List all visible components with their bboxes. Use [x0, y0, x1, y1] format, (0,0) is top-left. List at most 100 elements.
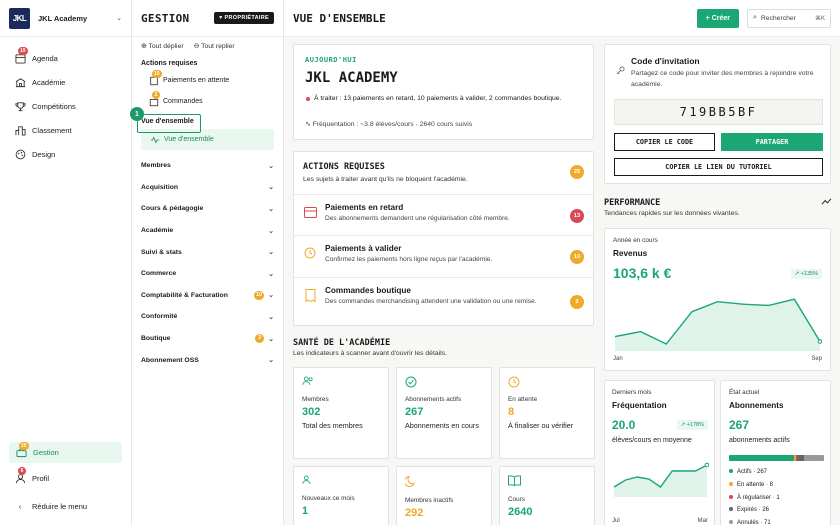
legend-item: Actifs · 267	[729, 466, 780, 479]
group-2[interactable]: Cours & pédagogie ⌄	[132, 198, 283, 220]
revenue-eyebrow: Année en cours	[613, 237, 658, 244]
nav-label: Réduire le menu	[32, 501, 88, 511]
group-8[interactable]: Boutique 2 ⌄	[132, 328, 283, 350]
x-tick-end: Sep	[811, 356, 822, 362]
group-label: Acquisition	[141, 183, 179, 191]
nav-item-profil[interactable]: 6 Profil	[0, 466, 131, 490]
stat-label: Cours	[508, 496, 526, 503]
collapse-all-button[interactable]: ⊖ Tout replier	[194, 42, 235, 50]
frequency-delta: ↗ +178%	[676, 420, 708, 430]
trend-icon[interactable]	[821, 197, 832, 208]
action-badge-value: 10	[573, 254, 581, 260]
agenda-badge: 19	[18, 47, 28, 55]
group-label: Cours & pédagogie	[141, 205, 204, 213]
stat-card-members[interactable]: Membres 302 Total des membres	[293, 367, 389, 459]
subs-desc: abonnements actifs	[729, 437, 790, 444]
stat-card-pending[interactable]: En attente 8 À finaliser ou vérifier	[499, 367, 595, 459]
nav-item-agenda[interactable]: 19 Agenda	[0, 46, 131, 70]
revenue-card[interactable]: Année en cours Revenus 103,6 k € ↗ +135%…	[604, 228, 831, 371]
group-4[interactable]: Suivi & stats ⌄	[132, 241, 283, 263]
stat-card-courses[interactable]: Cours 2640	[499, 466, 595, 525]
copy-tutorial-link-button[interactable]: COPIER LE LIEN DU TUTORIEL	[614, 158, 823, 176]
moon-icon	[403, 475, 417, 489]
page-title: VUE D'ENSEMBLE	[293, 11, 386, 25]
calendar-icon: 19	[14, 47, 28, 64]
action-title: Commandes boutique	[325, 286, 411, 295]
briefcase-icon: 25	[15, 441, 29, 459]
revenue-label: Revenus	[613, 249, 648, 258]
group-5[interactable]: Commerce ⌄	[132, 263, 283, 285]
create-button[interactable]: + Créer	[696, 8, 739, 28]
action-row-overdue[interactable]: Paiements en retard Des abonnements deman…	[294, 194, 593, 235]
collapse-all-label: Tout replier	[201, 43, 235, 50]
group-7[interactable]: Conformité ⌄	[132, 306, 283, 328]
subscriptions-card[interactable]: État actuel Abonnements 267 abonnements …	[720, 380, 831, 525]
expand-all-button[interactable]: ⊕ Tout déplier	[141, 42, 184, 50]
brand-header[interactable]: JKL JKL Academy ⌄	[0, 0, 131, 37]
bar-seg-expired	[797, 455, 805, 461]
academy-icon	[14, 76, 26, 88]
copy-code-button[interactable]: COPIER LE CODE	[614, 133, 715, 151]
stat-desc: Total des membres	[302, 421, 363, 430]
key-icon	[616, 66, 625, 77]
receipt-icon: 10	[148, 70, 162, 86]
stat-card-new[interactable]: Nouveaux ce mois 1	[293, 466, 389, 525]
group-0[interactable]: Membres ⌄	[132, 155, 283, 177]
group-6[interactable]: Comptabilité & Facturation 10 ⌄	[132, 285, 283, 307]
stat-desc: Abonnements en cours	[405, 421, 479, 430]
clock-icon	[508, 376, 520, 390]
pulse-icon	[149, 134, 160, 145]
stat-label: Membres inactifs	[405, 497, 454, 504]
revenue-delta: ↗ +135%	[790, 269, 822, 279]
action-desc: Confirmez les paiements hors ligne reçus…	[325, 256, 493, 263]
action-row-validate[interactable]: Paiements à valider Confirmez les paiemen…	[294, 235, 593, 277]
chevron-down-icon: ⌄	[268, 292, 274, 300]
data-point	[817, 339, 822, 344]
group-badge: 10	[254, 290, 265, 300]
clock-icon	[303, 246, 317, 260]
stat-card-subscriptions[interactable]: Abonnements actifs 267 Abonnements en co…	[396, 367, 492, 459]
alert-dot	[306, 97, 310, 101]
legend-label: Expirés · 26	[737, 507, 770, 514]
nav-label: Profil	[32, 473, 50, 483]
nav-item-gestion[interactable]: 25 Gestion	[9, 441, 122, 463]
search-icon: ⌕	[753, 14, 757, 21]
orders-badge: 2	[152, 91, 160, 99]
stat-value: 2640	[508, 506, 533, 518]
nav-label: Agenda	[32, 53, 58, 63]
sub-orders[interactable]: 2 Commandes	[132, 91, 283, 112]
pulse-icon: ∿	[305, 121, 311, 128]
invite-card: Code d'invitation Partagez ce code pour …	[604, 44, 831, 184]
invite-title: Code d'invitation	[631, 56, 700, 66]
callout-number: 1	[130, 107, 144, 121]
group-1[interactable]: Acquisition ⌄	[132, 177, 283, 199]
invite-desc: Partagez ce code pour inviter des membre…	[631, 70, 814, 88]
legend-dot	[729, 469, 733, 473]
gestion-panel: GESTION ♥ PROPRIÉTAIRE ⊕ Tout déplier ⊖ …	[130, 0, 284, 525]
stat-card-inactive[interactable]: Membres inactifs 292	[396, 466, 492, 525]
nav-item-competitions[interactable]: Compétitions	[0, 94, 131, 118]
nav-item-design[interactable]: Design	[0, 142, 131, 166]
chevron-down-icon: ⌄	[268, 162, 274, 170]
action-badge-value: 13	[573, 213, 581, 219]
share-button[interactable]: PARTAGER	[721, 133, 823, 151]
revenue-value: 103,6 k €	[613, 265, 672, 281]
nav-item-classement[interactable]: Classement	[0, 118, 131, 142]
collapse-menu-button[interactable]: ‹ Réduire le menu	[0, 494, 131, 518]
frequency-card[interactable]: Derniers mois Fréquentation 20.0 ↗ +178%…	[604, 380, 715, 525]
sub-pending-payments[interactable]: 10 Paiements en attente	[132, 70, 283, 91]
search-button[interactable]: ⌕ Rechercher ⌘K	[747, 8, 831, 28]
chevron-down-icon[interactable]: ⌄	[116, 14, 122, 22]
group-3[interactable]: Académie ⌄	[132, 220, 283, 242]
invite-code[interactable]: 719BB5BF	[614, 99, 823, 125]
nav-item-academie[interactable]: Académie	[0, 70, 131, 94]
legend-dot	[729, 481, 733, 486]
book-icon	[508, 475, 521, 488]
section-required[interactable]: Actions requises	[132, 55, 283, 70]
group-9[interactable]: Abonnement OSS ⌄	[132, 349, 283, 371]
legend-label: En attente · 8	[737, 481, 774, 488]
academy-title: JKL ACADEMY	[305, 70, 398, 86]
actions-subtitle: Les sujets à traiter avant qu'ils ne blo…	[303, 176, 468, 183]
action-row-orders[interactable]: Commandes boutique Des commandes merchand…	[294, 277, 593, 326]
new-members-icon	[302, 475, 314, 487]
